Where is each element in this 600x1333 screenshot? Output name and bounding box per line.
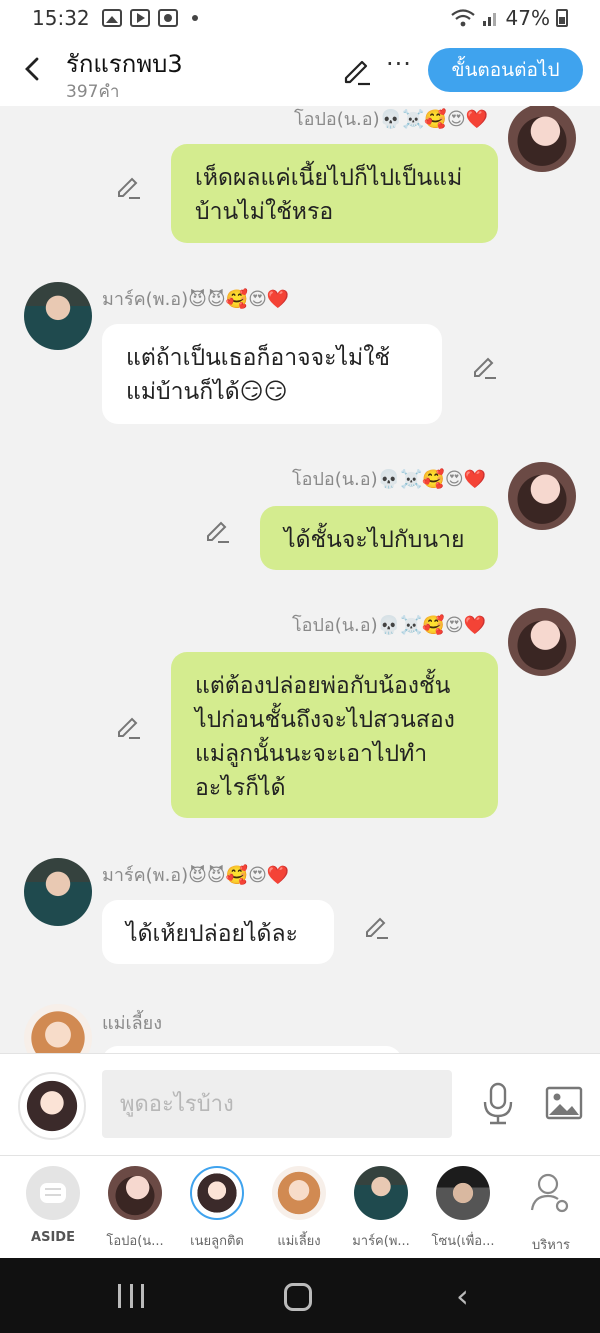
character-avatar xyxy=(272,1166,326,1220)
message-input[interactable] xyxy=(102,1070,452,1138)
word-count: 397คำ xyxy=(66,82,120,102)
avatar-opor[interactable] xyxy=(508,462,576,530)
edit-message-icon[interactable] xyxy=(470,352,498,380)
status-bar: 15:32 47% xyxy=(0,0,600,36)
status-right: 47% xyxy=(450,6,568,30)
avatar-stepmother[interactable] xyxy=(24,1004,92,1053)
chat-bubble-other[interactable] xyxy=(102,1046,402,1053)
image-icon[interactable] xyxy=(545,1086,583,1120)
next-step-button[interactable]: ขั้นตอนต่อไป xyxy=(428,48,583,92)
chat-bubble-other[interactable]: แต่ถ้าเป็นเธอก็อาจจะไม่ใช้แม่บ้านก็ได้😏😏 xyxy=(102,324,442,424)
edit-pencil-icon[interactable] xyxy=(340,54,372,86)
sender-name: มาร์ค(พ.อ)😈😈🥰😍❤️ xyxy=(102,865,290,886)
character-label: มาร์ค(พ... xyxy=(352,1234,410,1249)
chat-header: รักแรกพบ3 397คำ ··· ขั้นตอนต่อไป xyxy=(0,36,600,106)
microphone-icon[interactable] xyxy=(480,1082,516,1126)
manage-characters[interactable]: บริหาร xyxy=(509,1166,593,1255)
sender-name: โอปอ(น.อ)💀☠️🥰😍❤️ xyxy=(294,109,489,130)
character-label: โอปอ(น... xyxy=(106,1234,164,1249)
battery-percent: 47% xyxy=(505,6,550,30)
play-icon xyxy=(129,9,150,27)
avatar-opor[interactable] xyxy=(508,608,576,676)
character-label: เนยลูกติด xyxy=(190,1234,244,1249)
nav-back-icon[interactable]: ‹ xyxy=(456,1280,469,1312)
sender-name: มาร์ค(พ.อ)😈😈🥰😍❤️ xyxy=(102,289,290,310)
avatar-mark[interactable] xyxy=(24,858,92,926)
aside-icon xyxy=(26,1166,80,1220)
edit-message-icon[interactable] xyxy=(203,516,231,544)
chat-bubble-me[interactable]: เห็ดผลแค่เนี้ยไปก็ไปเป็นแม่บ้านไม่ใช้หรอ xyxy=(171,144,498,243)
edit-message-icon[interactable] xyxy=(114,712,142,740)
chat-bubble-me[interactable]: แต่ต้องปล่อยพ่อกับน้องชั้นไปก่อนชั้นถึงจ… xyxy=(171,652,498,818)
sender-name: โอปอ(น.อ)💀☠️🥰😍❤️ xyxy=(292,469,487,490)
recents-icon[interactable] xyxy=(118,1284,144,1308)
character-noey[interactable]: เนยลูกติด xyxy=(175,1166,259,1251)
character-label: โซน(เพื่อ... xyxy=(431,1234,495,1249)
character-stepmother[interactable]: แม่เลี้ยง xyxy=(257,1166,341,1251)
character-mark[interactable]: มาร์ค(พ... xyxy=(339,1166,423,1251)
record-icon xyxy=(157,9,178,27)
chat-area[interactable]: โอปอ(น.อ)💀☠️🥰😍❤️ เห็ดผลแค่เนี้ยไปก็ไปเป็… xyxy=(0,106,600,1053)
character-zone[interactable]: โซน(เพื่อ... xyxy=(421,1166,505,1251)
gallery-icon xyxy=(101,9,122,27)
chat-bubble-other[interactable]: ได้เห้ยปล่อยได้ละ xyxy=(102,900,334,964)
character-opor[interactable]: โอปอ(น... xyxy=(93,1166,177,1251)
character-label: แม่เลี้ยง xyxy=(277,1234,321,1249)
home-icon[interactable] xyxy=(284,1283,312,1311)
character-avatar xyxy=(108,1166,162,1220)
input-bar xyxy=(0,1053,600,1155)
edit-message-icon[interactable] xyxy=(362,912,390,940)
character-avatar xyxy=(190,1166,244,1220)
chat-bubble-me[interactable]: ได้ชั้นจะไปกับนาย xyxy=(260,506,498,570)
character-avatar xyxy=(436,1166,490,1220)
current-character-avatar[interactable] xyxy=(18,1072,86,1140)
status-time: 15:32 xyxy=(32,6,90,30)
status-icons xyxy=(101,9,198,27)
sender-name: แม่เลี้ยง xyxy=(102,1013,162,1034)
battery-icon xyxy=(556,9,568,27)
sender-name: โอปอ(น.อ)💀☠️🥰😍❤️ xyxy=(292,615,487,636)
wifi-icon xyxy=(450,9,475,27)
notification-dot-icon xyxy=(191,15,198,21)
avatar-opor[interactable] xyxy=(508,106,576,172)
character-aside[interactable]: ASIDE xyxy=(11,1166,95,1245)
avatar-mark[interactable] xyxy=(24,282,92,350)
edit-message-icon[interactable] xyxy=(114,172,142,200)
character-label: บริหาร xyxy=(531,1238,571,1253)
signal-icon xyxy=(482,13,496,26)
system-nav-bar: ‹ xyxy=(0,1258,600,1333)
person-settings-icon xyxy=(530,1173,569,1213)
character-bar: ASIDE โอปอ(น... เนยลูกติด แม่เลี้ยง มาร์… xyxy=(0,1155,600,1258)
character-label: ASIDE xyxy=(31,1230,75,1245)
back-chevron-icon[interactable] xyxy=(18,54,48,84)
character-avatar xyxy=(354,1166,408,1220)
more-options-icon[interactable]: ··· xyxy=(386,50,412,78)
